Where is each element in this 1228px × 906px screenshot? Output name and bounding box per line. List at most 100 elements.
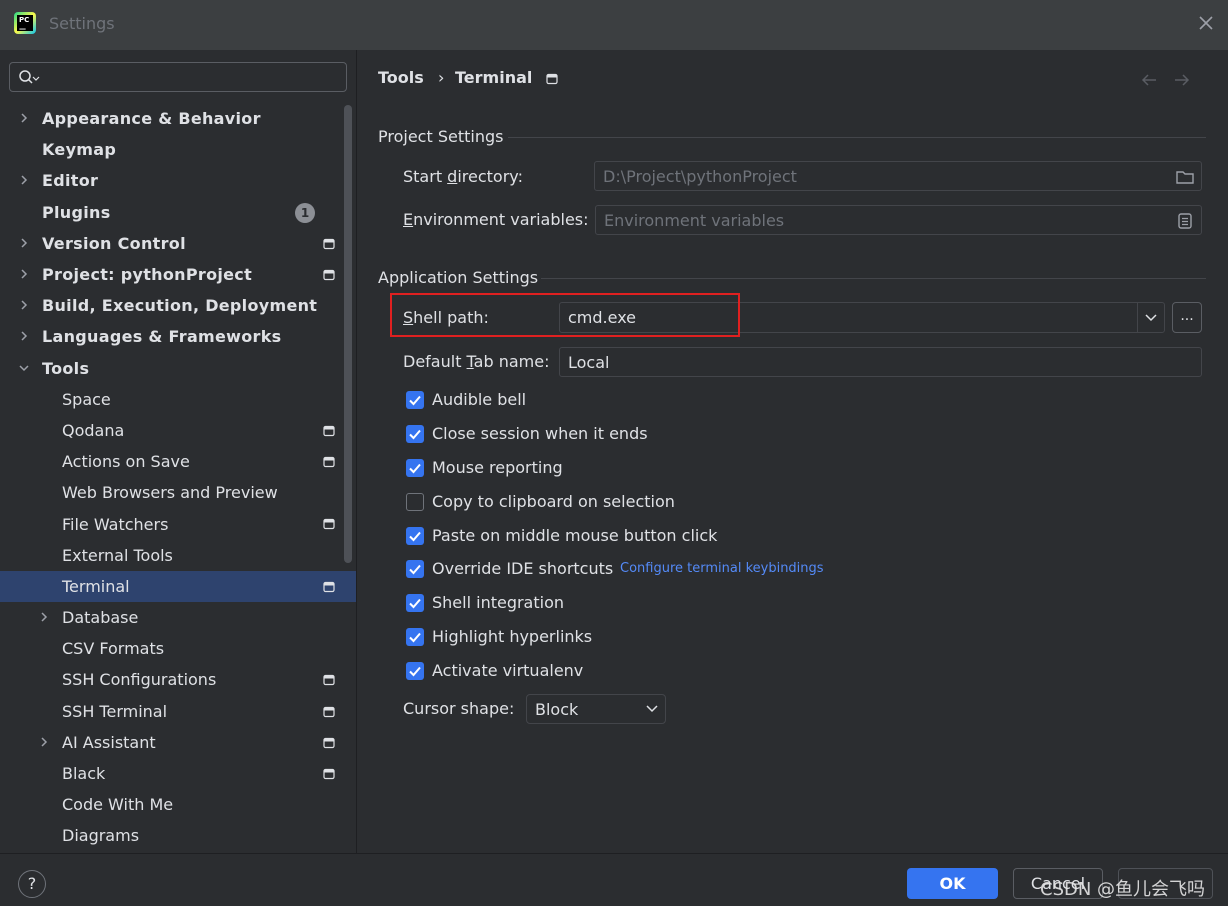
sidebar-item-plugins[interactable]: Plugins 1 [0,197,356,228]
sidebar-item-label: Plugins [42,202,111,222]
application-settings-title: Application Settings [378,268,539,287]
project-settings-title: Project Settings [378,127,504,146]
checkbox-label: Audible bell [432,390,527,409]
sidebar-item-build-execution-deployment[interactable]: Build, Execution, Deployment [0,290,356,321]
project-level-icon [323,675,335,686]
sidebar-item-label: Appearance & Behavior [42,109,261,129]
annotation-highlight-box [390,293,740,337]
sidebar-item-tools[interactable]: Tools [0,353,356,384]
sidebar-scrollbar[interactable] [344,105,352,563]
sidebar-item-web-browsers-and-preview[interactable]: Web Browsers and Preview [0,477,356,508]
sidebar-item-appearance-behavior[interactable]: Appearance & Behavior [0,103,356,134]
checkbox-label: Paste on middle mouse button click [432,526,718,545]
back-arrow-icon[interactable] [1140,72,1158,88]
title-bar: PC — Settings [0,0,1228,50]
sidebar-item-ai-assistant[interactable]: AI Assistant [0,727,356,758]
project-level-icon [323,581,335,592]
breadcrumb-parent[interactable]: Tools [378,68,424,87]
sidebar-item-label: AI Assistant [62,732,156,752]
chevron-down-icon[interactable] [18,362,30,374]
settings-sidebar: Appearance & Behavior Keymap Editor Plugins… [0,50,356,853]
sidebar-item-label: Actions on Save [62,452,190,472]
help-button[interactable]: ? [18,870,46,898]
sidebar-item-ssh-terminal[interactable]: SSH Terminal [0,696,356,727]
breadcrumb-separator: › [438,68,445,87]
chevron-down-icon[interactable] [1144,313,1158,323]
cursor-shape-label: Cursor shape: [403,699,515,718]
checkbox-checked-icon[interactable] [406,527,424,545]
environment-variables-field[interactable]: Environment variables [595,205,1202,235]
checkbox-label: Close session when it ends [432,424,648,443]
edit-list-icon[interactable] [1176,212,1194,230]
sidebar-item-ssh-configurations[interactable]: SSH Configurations [0,664,356,695]
sidebar-item-version-control[interactable]: Version Control [0,228,356,259]
sidebar-item-label: Space [62,389,111,409]
sidebar-item-editor[interactable]: Editor [0,165,356,196]
chevron-right-icon[interactable] [38,736,50,748]
environment-variables-placeholder: Environment variables [604,211,785,230]
checkbox-label: Activate virtualenv [432,661,584,680]
sidebar-item-label: Diagrams [62,826,140,846]
default-tab-name-label: Default Tab name: [403,352,550,371]
chevron-right-icon[interactable] [18,112,30,124]
start-directory-field[interactable]: D:\Project\pythonProject [594,161,1202,191]
chevron-right-icon[interactable] [18,268,30,280]
configure-keybindings-link[interactable]: Configure terminal keybindings [620,561,824,576]
checkbox-label: Shell integration [432,593,565,612]
cursor-shape-select[interactable]: Block [526,694,666,724]
checkbox-checked-icon[interactable] [406,628,424,646]
folder-icon[interactable] [1175,168,1195,186]
sidebar-item-label: SSH Terminal [62,701,168,721]
project-level-icon [323,737,335,748]
checkbox-unchecked-icon[interactable] [406,493,424,511]
splitter[interactable] [356,50,357,853]
chevron-right-icon[interactable] [38,611,50,623]
sidebar-item-label: Project: pythonProject [42,265,253,285]
chevron-right-icon[interactable] [18,237,30,249]
ok-button[interactable]: OK [907,868,998,899]
chevron-right-icon[interactable] [18,330,30,342]
sidebar-item-qodana[interactable]: Qodana [0,415,356,446]
sidebar-item-file-watchers[interactable]: File Watchers [0,508,356,539]
sidebar-item-label: Languages & Frameworks [42,327,282,347]
close-icon[interactable] [1196,13,1216,33]
checkbox-checked-icon[interactable] [406,425,424,443]
sidebar-item-black[interactable]: Black [0,758,356,789]
sidebar-item-languages-frameworks[interactable]: Languages & Frameworks [0,321,356,352]
section-divider [541,278,1206,279]
search-input[interactable] [44,67,334,87]
sidebar-item-actions-on-save[interactable]: Actions on Save [0,446,356,477]
chevron-right-icon[interactable] [18,174,30,186]
checkbox-checked-icon[interactable] [406,594,424,612]
sidebar-item-label: Database [62,608,139,628]
chevron-down-icon [646,705,658,713]
forward-arrow-icon[interactable] [1173,72,1191,88]
checkbox-checked-icon[interactable] [406,662,424,680]
sidebar-item-database[interactable]: Database [0,602,356,633]
sidebar-item-project-pythonproject[interactable]: Project: pythonProject [0,259,356,290]
sidebar-item-csv-formats[interactable]: CSV Formats [0,633,356,664]
sidebar-item-label: Terminal [62,576,130,596]
project-level-icon [323,269,335,281]
browse-button[interactable]: ... [1172,302,1202,333]
sidebar-item-label: External Tools [62,545,173,565]
default-tab-name-field[interactable]: Local [559,347,1202,377]
sidebar-item-external-tools[interactable]: External Tools [0,540,356,571]
sidebar-item-space[interactable]: Space [0,384,356,415]
checkbox-label: Override IDE shortcuts [432,559,614,578]
search-icon [19,70,40,84]
watermark: CSDN @鱼儿会飞吗 [1040,879,1206,900]
checkbox-checked-icon[interactable] [406,459,424,477]
sidebar-item-diagrams[interactable]: Diagrams [0,820,356,851]
sidebar-item-label: Keymap [42,140,117,160]
checkbox-checked-icon[interactable] [406,391,424,409]
settings-search-box[interactable] [9,62,347,92]
chevron-right-icon[interactable] [18,299,30,311]
checkbox-checked-icon[interactable] [406,560,424,578]
environment-variables-label: Environment variables: [403,210,589,229]
sidebar-item-code-with-me[interactable]: Code With Me [0,789,356,820]
settings-tree: Appearance & Behavior Keymap Editor Plugins… [0,103,356,852]
sidebar-item-terminal[interactable]: Terminal [0,570,356,602]
checkbox-label: Highlight hyperlinks [432,627,593,646]
sidebar-item-keymap[interactable]: Keymap [0,134,356,165]
